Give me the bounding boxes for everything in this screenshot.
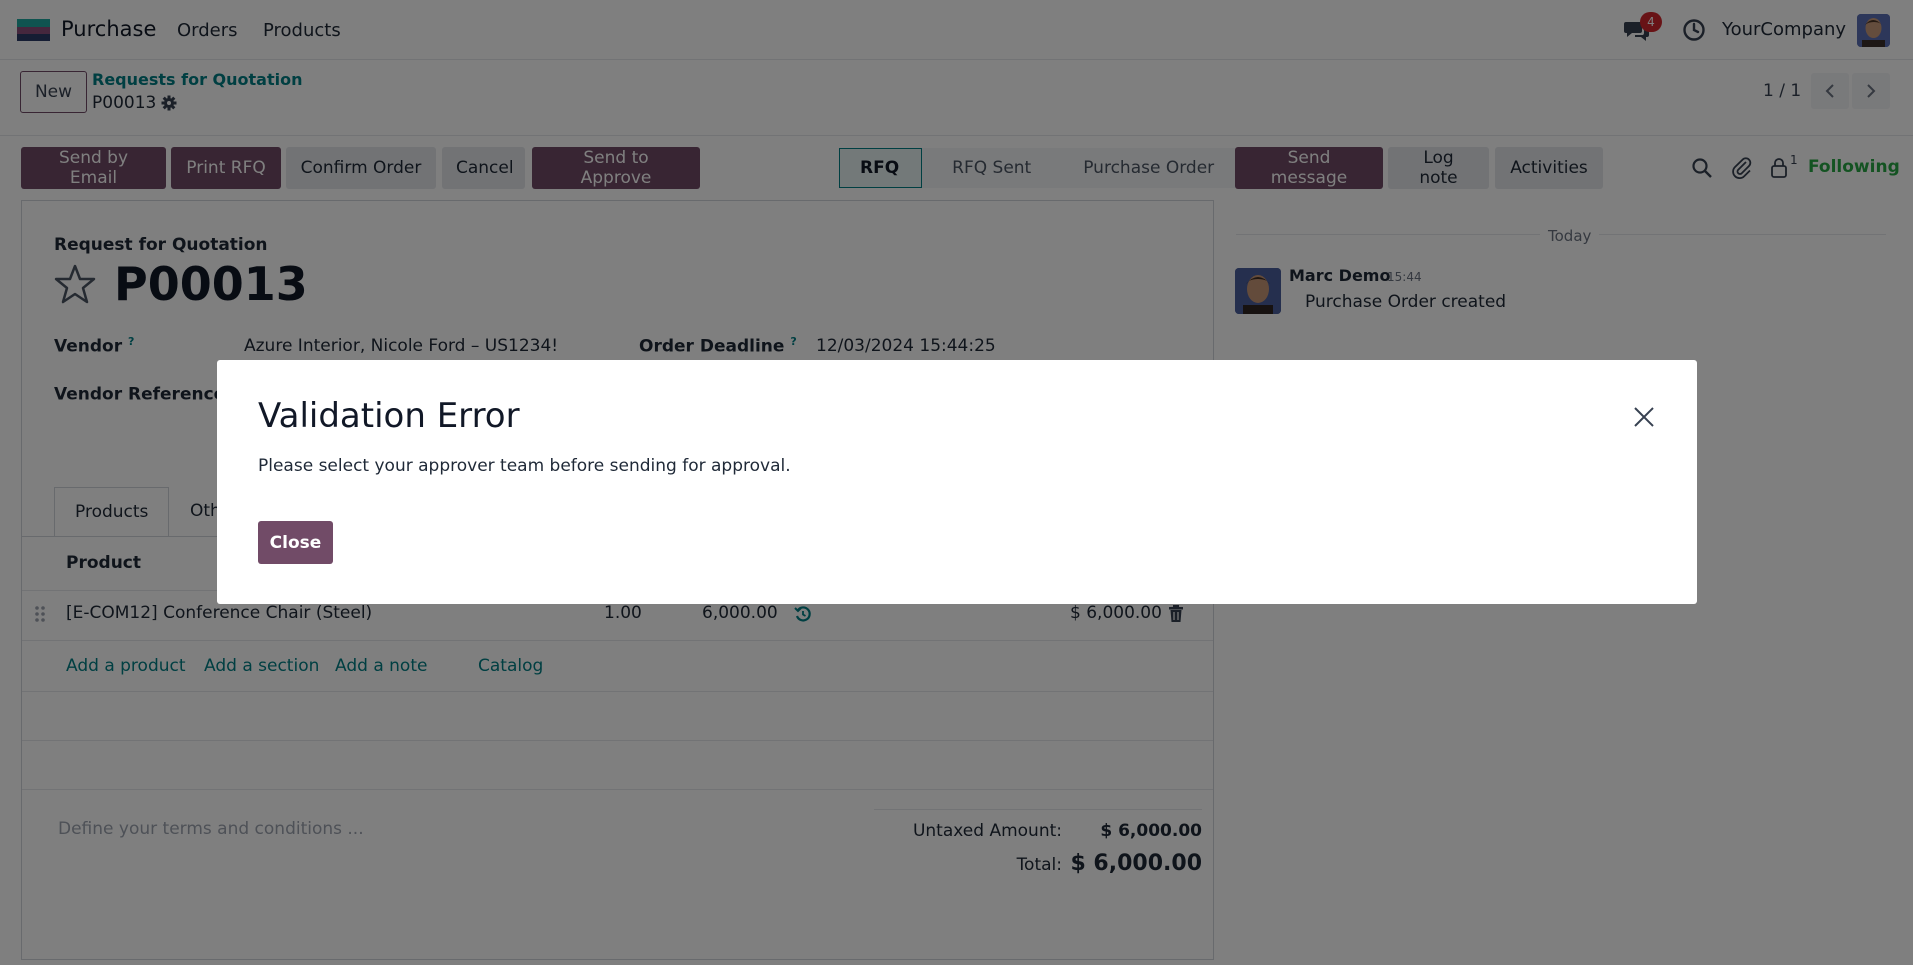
validation-error-dialog: Validation Error Please select your appr… bbox=[217, 360, 1697, 604]
dialog-message: Please select your approver team before … bbox=[258, 456, 791, 476]
dialog-title: Validation Error bbox=[258, 396, 520, 436]
close-icon[interactable] bbox=[1633, 406, 1655, 428]
dialog-close-button[interactable]: Close bbox=[258, 521, 333, 564]
